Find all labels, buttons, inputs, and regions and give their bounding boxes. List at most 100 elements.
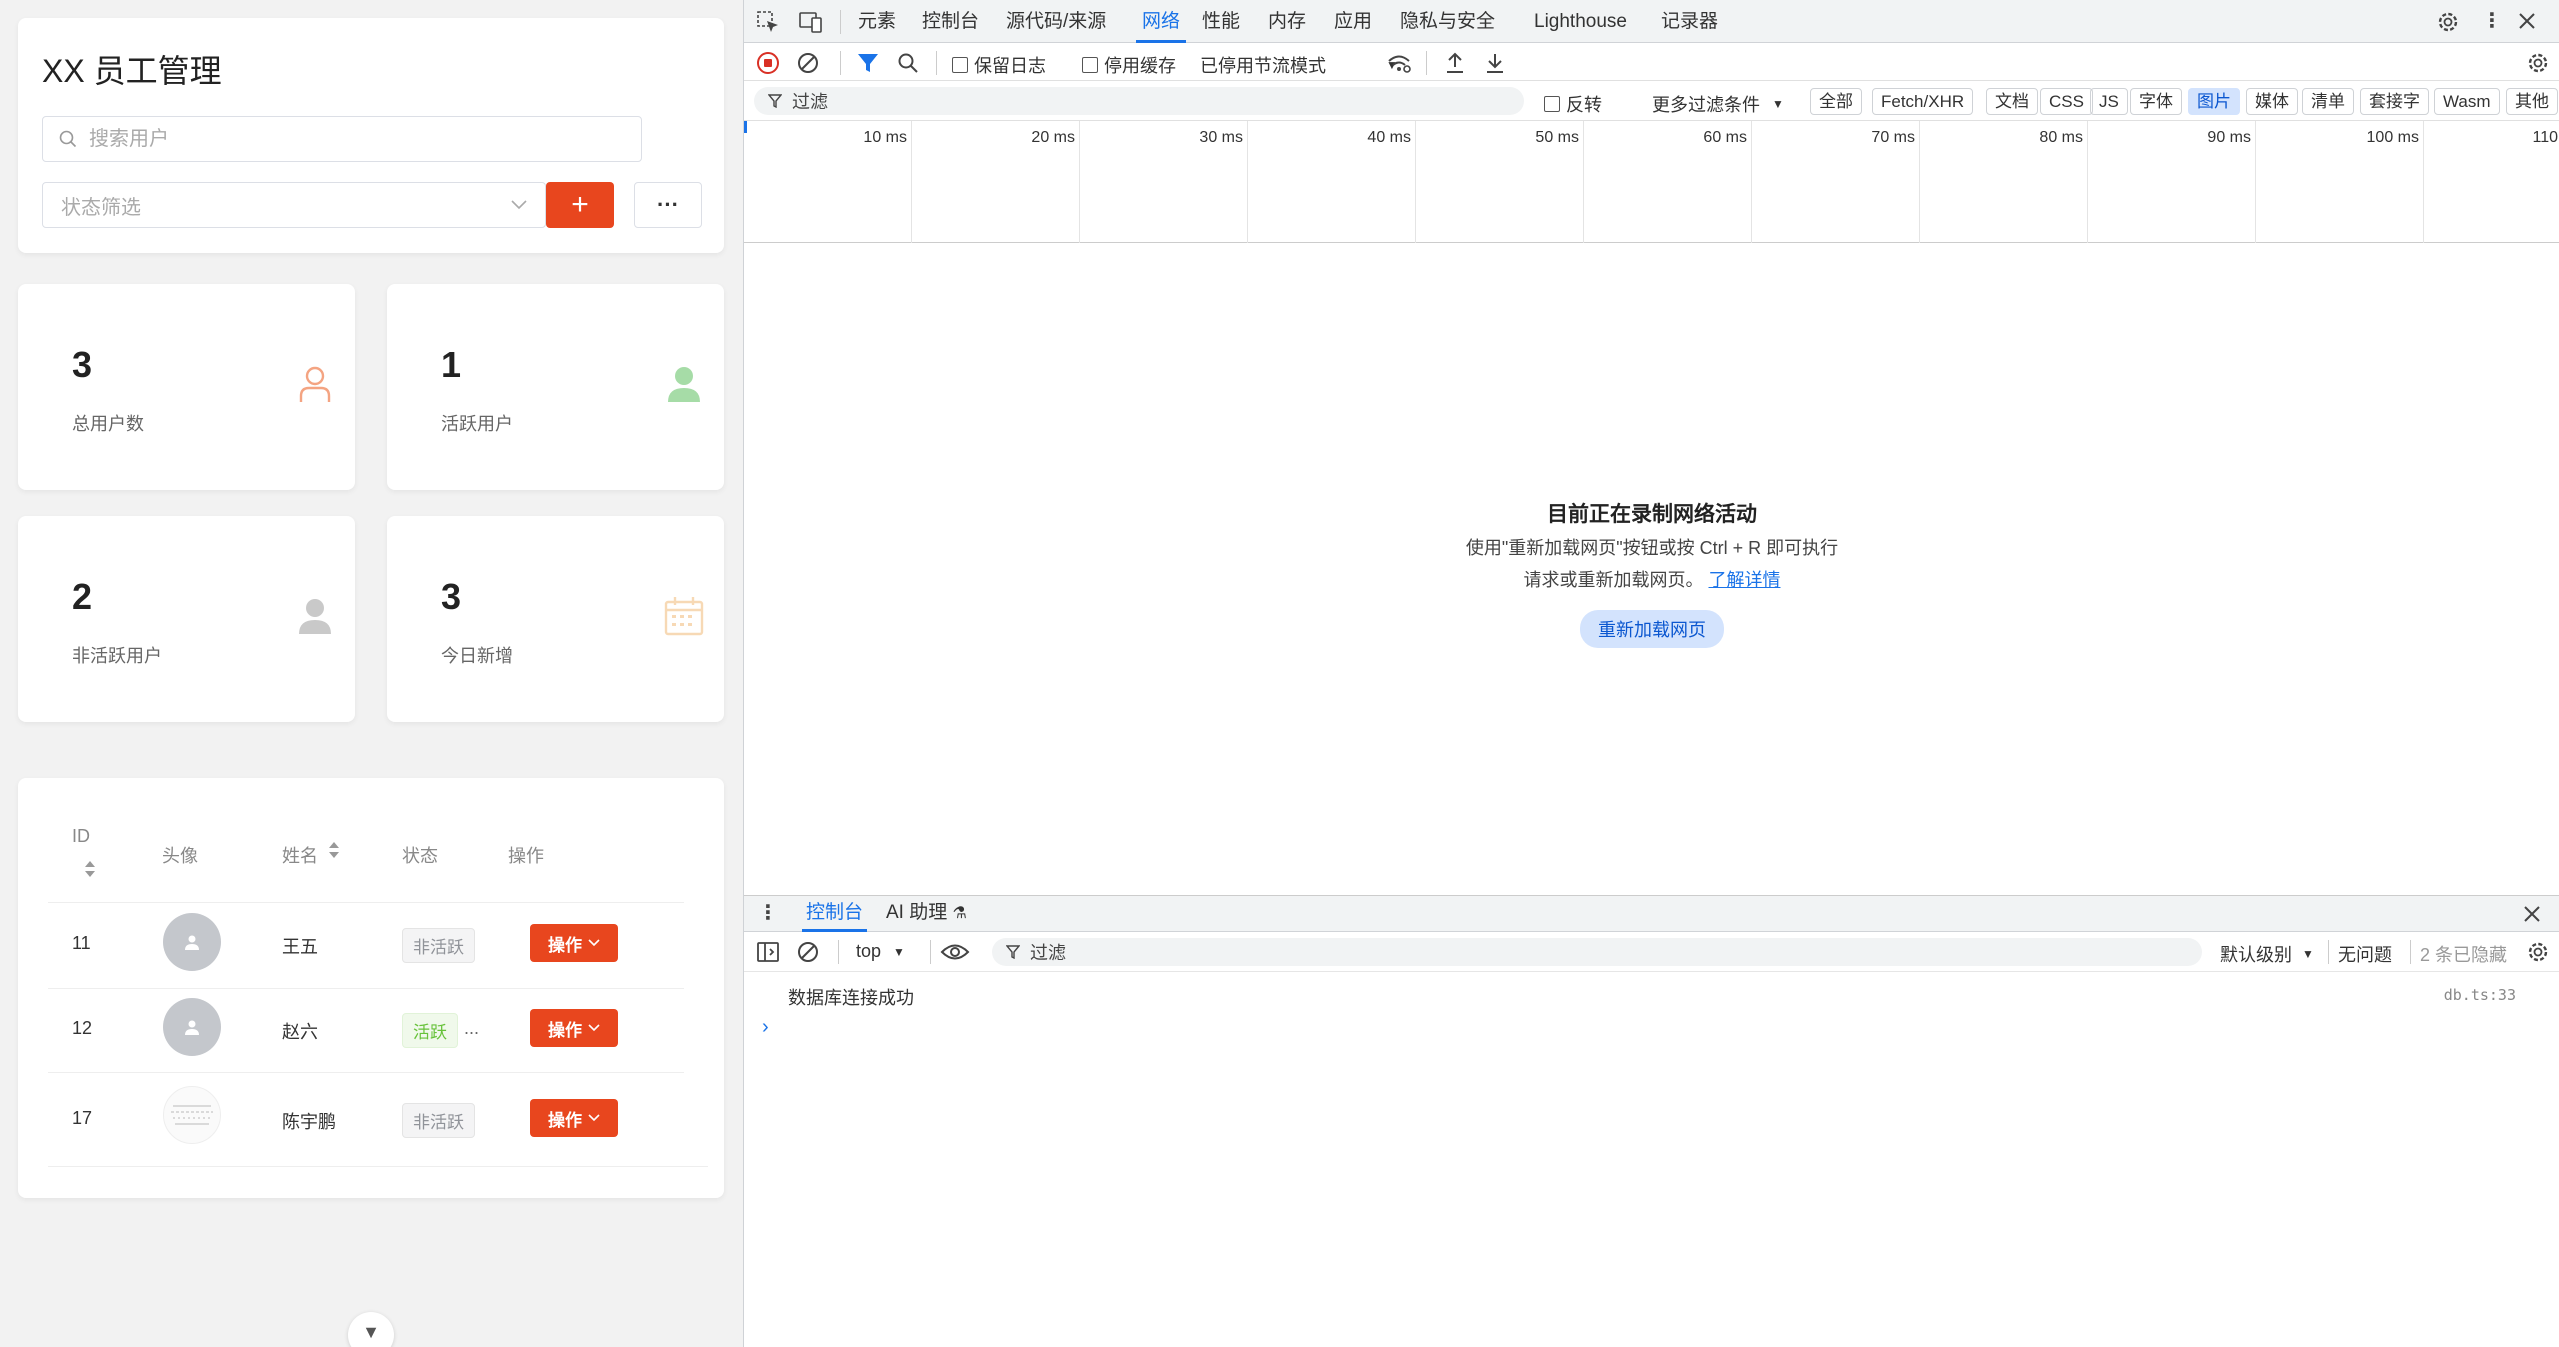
column-header-name[interactable]: 姓名 [282, 842, 318, 868]
learn-more-link[interactable]: 了解详情 [1709, 570, 1781, 590]
sort-icon[interactable] [328, 841, 340, 859]
reload-page-button[interactable]: 重新加载网页 [1580, 610, 1724, 648]
type-filter-css[interactable]: CSS [2040, 88, 2093, 115]
action-dropdown-button[interactable]: 操作 [530, 1009, 618, 1047]
cell-name: 赵六 [282, 1022, 318, 1042]
network-filter-input[interactable]: 过滤 [754, 87, 1524, 115]
type-filter-doc[interactable]: 文档 [1986, 88, 2038, 115]
kebab-menu-icon[interactable]: ⋮ [758, 900, 778, 925]
tab-privacy-security[interactable]: 隐私与安全 [1400, 0, 1495, 43]
cell-id: 11 [72, 933, 91, 953]
search-icon[interactable] [896, 51, 920, 75]
clear-console-icon[interactable] [796, 940, 820, 964]
column-header-status: 状态 [402, 846, 438, 866]
drawer-tab-ai-assistant[interactable]: AI 助理 ⚗ [886, 896, 967, 932]
tab-performance[interactable]: 性能 [1202, 0, 1240, 43]
inspect-element-icon[interactable] [756, 10, 780, 34]
search-input[interactable] [89, 127, 609, 151]
type-filter-socket[interactable]: 套接字 [2360, 88, 2429, 115]
record-stop-icon[interactable] [756, 51, 780, 75]
caret-down-icon: ▼ [893, 944, 905, 959]
throttling-select[interactable]: 已停用节流模式 ▼ [1200, 52, 1398, 78]
action-dropdown-button[interactable]: 操作 [530, 1099, 618, 1137]
clear-icon[interactable] [796, 51, 820, 75]
log-level-select[interactable]: 默认级别 ▼ [2220, 941, 2314, 967]
divider [48, 902, 684, 903]
drawer-tab-console[interactable]: 控制台 [802, 896, 868, 932]
close-icon[interactable] [2516, 10, 2538, 32]
status-filter-select[interactable]: 状态筛选 [42, 182, 546, 228]
disable-cache-label: 停用缓存 [1104, 56, 1176, 76]
network-conditions-icon[interactable] [1386, 51, 1412, 75]
kebab-menu-icon[interactable]: ⋮ [2482, 8, 2502, 33]
filter-icon[interactable] [856, 51, 880, 75]
timeline-handle[interactable] [744, 121, 747, 133]
sidebar-toggle-icon[interactable] [756, 941, 780, 963]
divider [936, 51, 937, 75]
stat-card-new-today: 3 今日新增 [387, 516, 724, 722]
avatar [163, 998, 221, 1056]
gear-icon[interactable] [2436, 10, 2460, 34]
eye-icon[interactable] [940, 941, 970, 963]
tick-label: 10 ms [863, 129, 907, 146]
checkbox[interactable] [1082, 57, 1098, 73]
divider [838, 940, 839, 964]
type-filter-manifest[interactable]: 清单 [2302, 88, 2354, 115]
search-box[interactable] [42, 116, 642, 162]
console-filter-input[interactable]: 过滤 [992, 938, 2202, 966]
more-filters-label: 更多过滤条件 [1652, 95, 1760, 115]
action-dropdown-button[interactable]: 操作 [530, 924, 618, 962]
context-select[interactable]: top ▼ [856, 941, 905, 962]
tick-label: 60 ms [1703, 129, 1747, 146]
divider [840, 51, 841, 75]
employee-app: XX 员工管理 状态筛选 + ··· 3 总用户数 1 活跃用户 2 [0, 0, 743, 1347]
add-user-button[interactable]: + [546, 182, 614, 228]
status-badge: 活跃 [402, 1013, 458, 1048]
type-filter-media[interactable]: 媒体 [2246, 88, 2298, 115]
scroll-down-button[interactable]: ▼ [348, 1312, 394, 1347]
tab-recorder[interactable]: 记录器 [1661, 0, 1718, 43]
tab-elements[interactable]: 元素 [858, 0, 896, 43]
download-icon[interactable] [1484, 51, 1506, 75]
checkbox[interactable] [1544, 96, 1560, 112]
tab-console[interactable]: 控制台 [922, 0, 979, 43]
tick-label: 30 ms [1199, 129, 1243, 146]
tab-memory[interactable]: 内存 [1268, 0, 1306, 43]
more-button[interactable]: ··· [634, 182, 702, 228]
divider [48, 988, 684, 989]
type-filter-fetch-xhr[interactable]: Fetch/XHR [1872, 88, 1974, 115]
network-overview-timeline[interactable]: 10 ms 20 ms 30 ms 40 ms 50 ms 60 ms 70 m… [744, 121, 2559, 243]
stat-card-total: 3 总用户数 [18, 284, 355, 490]
invert-checkbox[interactable]: 反转 [1544, 91, 1602, 117]
filter-icon [768, 94, 782, 108]
empty-desc-line2: 请求或重新加载网页。 了解详情 [744, 566, 2559, 592]
gear-icon[interactable] [2526, 940, 2550, 964]
console-message-source-link[interactable]: db.ts:33 [2444, 986, 2516, 1004]
type-filter-img[interactable]: 图片 [2188, 88, 2240, 115]
checkbox[interactable] [952, 57, 968, 73]
issues-button[interactable]: 无问题 [2338, 941, 2392, 967]
upload-icon[interactable] [1444, 51, 1466, 75]
type-filter-other[interactable]: 其他 [2506, 88, 2558, 115]
more-filters-dropdown[interactable]: 更多过滤条件 ▼ [1652, 91, 1784, 117]
close-icon[interactable] [2522, 904, 2542, 924]
type-filter-font[interactable]: 字体 [2130, 88, 2182, 115]
tab-lighthouse[interactable]: Lighthouse [1534, 0, 1627, 43]
type-filter-wasm[interactable]: Wasm [2434, 88, 2500, 115]
sort-icon[interactable] [84, 860, 96, 878]
column-header-id[interactable]: ID [72, 826, 90, 847]
disable-cache-checkbox[interactable]: 停用缓存 [1082, 52, 1176, 78]
column-header-avatar: 头像 [162, 846, 198, 866]
gear-icon[interactable] [2526, 51, 2550, 75]
tab-network[interactable]: 网络 [1136, 0, 1187, 43]
type-filter-js[interactable]: JS [2090, 88, 2128, 115]
tab-application[interactable]: 应用 [1334, 0, 1372, 43]
tab-sources[interactable]: 源代码/来源 [1006, 0, 1106, 43]
user-icon [185, 935, 199, 950]
preserve-log-checkbox[interactable]: 保留日志 [952, 52, 1046, 78]
device-toolbar-icon[interactable] [798, 10, 824, 34]
user-filled-icon [662, 362, 706, 406]
type-filter-all[interactable]: 全部 [1810, 88, 1862, 115]
user-table: ID 头像 姓名 状态 操作 11 王五 非活跃 操作 12 赵六 活跃 ...… [18, 778, 724, 1198]
console-prompt-icon[interactable]: › [762, 1016, 769, 1039]
